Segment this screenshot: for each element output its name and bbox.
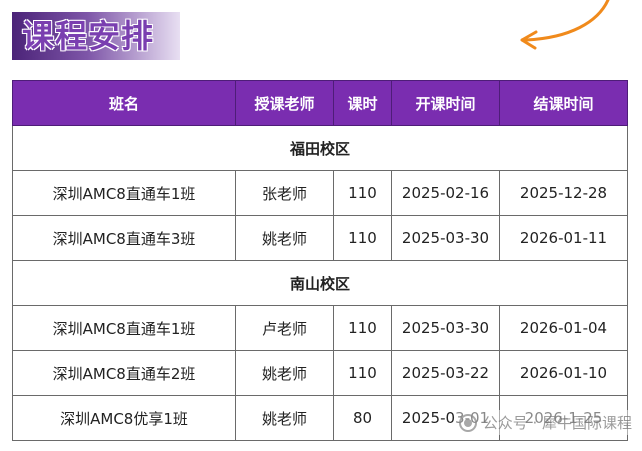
cell-hours: 110 — [333, 305, 392, 351]
cell-start-date: 2025-02-16 — [391, 170, 500, 216]
campus-label: 福田校区 — [12, 125, 628, 171]
cell-hours: 110 — [333, 350, 392, 396]
cell-class-name: 深圳AMC8直通车3班 — [12, 215, 236, 261]
cell-start-date: 2025-03-30 — [391, 305, 500, 351]
header-class-name: 班名 — [12, 80, 236, 126]
schedule-table: 班名 授课老师 课时 开课时间 结课时间 福田校区 深圳AMC8直通车1班 张老… — [12, 80, 628, 441]
cell-end-date: 2026-01-11 — [499, 215, 628, 261]
header-teacher: 授课老师 — [235, 80, 334, 126]
header-end-date: 结课时间 — [499, 80, 628, 126]
wechat-icon — [458, 413, 477, 432]
table-row: 深圳AMC8直通车3班 姚老师 110 2025-03-30 2026-01-1… — [12, 215, 628, 261]
cell-teacher: 卢老师 — [235, 305, 334, 351]
campus-row-futian: 福田校区 — [12, 125, 628, 171]
cell-teacher: 姚老师 — [235, 215, 334, 261]
cell-class-name: 深圳AMC8直通车2班 — [12, 350, 236, 396]
watermark-text: 公众号 · 犀牛国际课程 — [482, 414, 632, 432]
cell-teacher: 张老师 — [235, 170, 334, 216]
cell-class-name: 深圳AMC8直通车1班 — [12, 305, 236, 351]
header-hours: 课时 — [333, 80, 392, 126]
header-start-date: 开课时间 — [391, 80, 500, 126]
table-header-row: 班名 授课老师 课时 开课时间 结课时间 — [12, 80, 628, 126]
cell-end-date: 2025-12-28 — [499, 170, 628, 216]
cell-class-name: 深圳AMC8直通车1班 — [12, 170, 236, 216]
cell-hours: 110 — [333, 215, 392, 261]
campus-label: 南山校区 — [12, 260, 628, 306]
cell-end-date: 2026-01-10 — [499, 350, 628, 396]
table-row: 深圳AMC8直通车2班 姚老师 110 2025-03-22 2026-01-1… — [12, 350, 628, 396]
table-row: 深圳AMC8直通车1班 卢老师 110 2025-03-30 2026-01-0… — [12, 305, 628, 351]
watermark: 公众号 · 犀牛国际课程 — [454, 410, 636, 435]
cell-start-date: 2025-03-22 — [391, 350, 500, 396]
curved-arrow-icon — [520, 0, 610, 50]
cell-class-name: 深圳AMC8优享1班 — [12, 395, 236, 441]
cell-teacher: 姚老师 — [235, 350, 334, 396]
cell-start-date: 2025-03-30 — [391, 215, 500, 261]
cell-hours: 80 — [333, 395, 392, 441]
cell-teacher: 姚老师 — [235, 395, 334, 441]
page-title: 课程安排 — [22, 17, 155, 55]
campus-row-nanshan: 南山校区 — [12, 260, 628, 306]
table-row: 深圳AMC8直通车1班 张老师 110 2025-02-16 2025-12-2… — [12, 170, 628, 216]
cell-end-date: 2026-01-04 — [499, 305, 628, 351]
cell-hours: 110 — [333, 170, 392, 216]
